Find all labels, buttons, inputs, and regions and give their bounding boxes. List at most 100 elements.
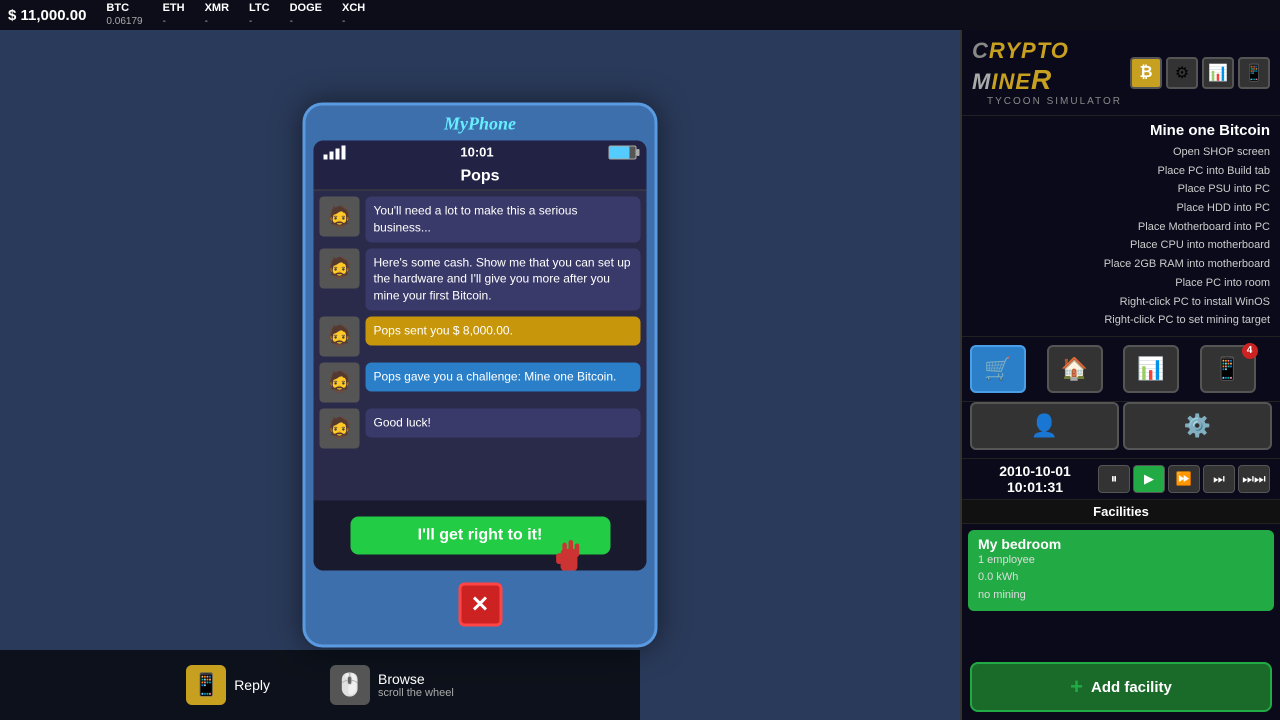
warehouse-button[interactable]: 🏠: [1047, 345, 1103, 393]
avatar: 🧔: [320, 248, 360, 288]
signal-bar-3: [336, 148, 340, 159]
avatar: 🧔: [320, 197, 360, 237]
settings-logo-icon: ⚙: [1166, 57, 1198, 89]
stats-button[interactable]: 📊: [1123, 345, 1179, 393]
money-message-bubble: Pops sent you $ 8,000.00.: [366, 316, 641, 345]
mission-step: Right-click PC to install WinOS: [972, 293, 1270, 312]
top-bar: $ 11,000.00 BTC 0.06179 ETH - XMR - LTC …: [0, 0, 1280, 30]
phone-screen: 10:01 Pops 🧔 You'll need a lot to: [314, 141, 647, 571]
list-item: 🧔 Here's some cash. Show me that you can…: [320, 248, 641, 310]
mission-step: Place PC into Build tab: [972, 162, 1270, 181]
signal-bars: [324, 145, 346, 159]
toolbar-icons-row1: 🛒 🏠 📊 📱 4: [962, 337, 1280, 402]
faster-button[interactable]: ⏭: [1203, 465, 1235, 493]
pause-button[interactable]: ⏸: [1098, 465, 1130, 493]
mission-step: Right-click PC to set mining target: [972, 311, 1270, 330]
person-button[interactable]: 👤: [970, 402, 1119, 450]
add-facility-label: Add facility: [1091, 679, 1172, 696]
avatar: 🧔: [320, 316, 360, 356]
list-item: 🧔 Pops gave you a challenge: Mine one Bi…: [320, 362, 641, 402]
battery-tip: [637, 149, 640, 156]
phone-container: MyPhone 10:01: [303, 103, 658, 648]
reply-button[interactable]: 📱 Reply: [186, 665, 270, 705]
phone-logo-icon: 📱: [1238, 57, 1270, 89]
facility-item[interactable]: My bedroom 1 employee 0.0 kWh no mining: [968, 530, 1274, 611]
logo-title: CRYPTO MINER: [972, 38, 1122, 96]
xmr-ticker: XMR -: [205, 2, 229, 27]
reply-label: Reply: [234, 677, 270, 693]
signal-bar-1: [324, 154, 328, 159]
btc-ticker: BTC 0.06179: [106, 2, 142, 27]
phone-frame: MyPhone 10:01: [303, 103, 658, 648]
mission-step: Place CPU into motherboard: [972, 236, 1270, 255]
avatar: 🧔: [320, 408, 360, 448]
eth-ticker: ETH -: [163, 2, 185, 27]
facility-name: My bedroom: [978, 536, 1264, 552]
game-area: MyPhone 10:01: [0, 30, 960, 720]
message-bubble: Here's some cash. Show me that you can s…: [366, 248, 641, 310]
mission-step: Open SHOP screen: [972, 143, 1270, 162]
fastest-button[interactable]: ⏭⏭: [1238, 465, 1270, 493]
mission-step: Place PC into room: [972, 274, 1270, 293]
browse-button[interactable]: 🖱️ Browse scroll the wheel: [330, 665, 454, 705]
facility-mining: no mining: [978, 587, 1264, 605]
facilities-title: Facilities: [962, 500, 1280, 524]
signal-bar-2: [330, 151, 334, 159]
notification-badge: 4: [1242, 343, 1258, 359]
play-button[interactable]: ▶: [1133, 465, 1165, 493]
plus-icon: +: [1070, 674, 1083, 700]
logo-icons: ₿ ⚙ 📊 📱: [1130, 57, 1270, 89]
mission-step: Place 2GB RAM into motherboard: [972, 255, 1270, 274]
mission-step: Place PSU into PC: [972, 180, 1270, 199]
battery-fill: [610, 146, 630, 158]
phone-title: MyPhone: [314, 114, 647, 135]
mission-step: Place HDD into PC: [972, 199, 1270, 218]
facility-kwh: 0.0 kWh: [978, 569, 1264, 587]
chart-logo-icon: 📊: [1202, 57, 1234, 89]
mission-title: Mine one Bitcoin: [972, 122, 1270, 139]
spacer: [962, 617, 1280, 654]
contact-name: Pops: [314, 164, 647, 191]
phone-button[interactable]: 📱 4: [1200, 345, 1256, 393]
message-bubble: You'll need a lot to make this a serious…: [366, 197, 641, 243]
avatar: 🧔: [320, 362, 360, 402]
browse-label: Browse: [378, 671, 454, 687]
datetime-display: 2010-10-01 10:01:31: [972, 463, 1098, 495]
list-item: 🧔 You'll need a lot to make this a serio…: [320, 197, 641, 243]
reply-icon: 📱: [186, 665, 226, 705]
clock-bar: 2010-10-01 10:01:31 ⏸ ▶ ⏩ ⏭ ⏭⏭: [962, 459, 1280, 500]
gear-button[interactable]: ⚙️: [1123, 402, 1272, 450]
reply-action-button[interactable]: I'll get right to it!: [350, 517, 610, 555]
fast-button[interactable]: ⏩: [1168, 465, 1200, 493]
mission-steps: Open SHOP screen Place PC into Build tab…: [972, 143, 1270, 330]
money-display: $ 11,000.00: [8, 7, 86, 24]
browse-icon: 🖱️: [330, 665, 370, 705]
right-panel: CRYPTO MINER Tycoon Simulator ₿ ⚙ 📊 📱 Mi…: [960, 30, 1280, 720]
xch-ticker: XCH -: [342, 2, 365, 27]
logo-area: CRYPTO MINER Tycoon Simulator ₿ ⚙ 📊 📱: [962, 30, 1280, 116]
ltc-ticker: LTC -: [249, 2, 270, 27]
mission-area: Mine one Bitcoin Open SHOP screen Place …: [962, 116, 1280, 337]
bottom-hud: 📱 Reply 🖱️ Browse scroll the wheel: [0, 650, 640, 720]
facility-employees: 1 employee: [978, 552, 1264, 570]
signal-bar-4: [342, 145, 346, 159]
message-bubble: Good luck!: [366, 408, 641, 437]
browse-sublabel: scroll the wheel: [378, 687, 454, 699]
main-area: MyPhone 10:01: [0, 30, 1280, 720]
logo-text: CRYPTO MINER Tycoon Simulator: [972, 38, 1122, 107]
shop-button[interactable]: 🛒: [970, 345, 1026, 393]
time-controls: ⏸ ▶ ⏩ ⏭ ⏭⏭: [1098, 465, 1270, 493]
phone-time: 10:01: [460, 145, 493, 160]
messages-area[interactable]: 🧔 You'll need a lot to make this a serio…: [314, 191, 647, 501]
add-facility-button[interactable]: + Add facility: [970, 662, 1272, 712]
list-item: 🧔 Pops sent you $ 8,000.00.: [320, 316, 641, 356]
list-item: 🧔 Good luck!: [320, 408, 641, 448]
mission-step: Place Motherboard into PC: [972, 218, 1270, 237]
doge-ticker: DOGE -: [290, 2, 322, 27]
battery-icon: [609, 145, 637, 159]
logo-subtitle: Tycoon Simulator: [987, 96, 1122, 107]
challenge-message-bubble: Pops gave you a challenge: Mine one Bitc…: [366, 362, 641, 391]
close-phone-button[interactable]: ✕: [458, 583, 502, 627]
status-bar: 10:01: [314, 141, 647, 164]
bitcoin-logo-icon: ₿: [1130, 57, 1162, 89]
